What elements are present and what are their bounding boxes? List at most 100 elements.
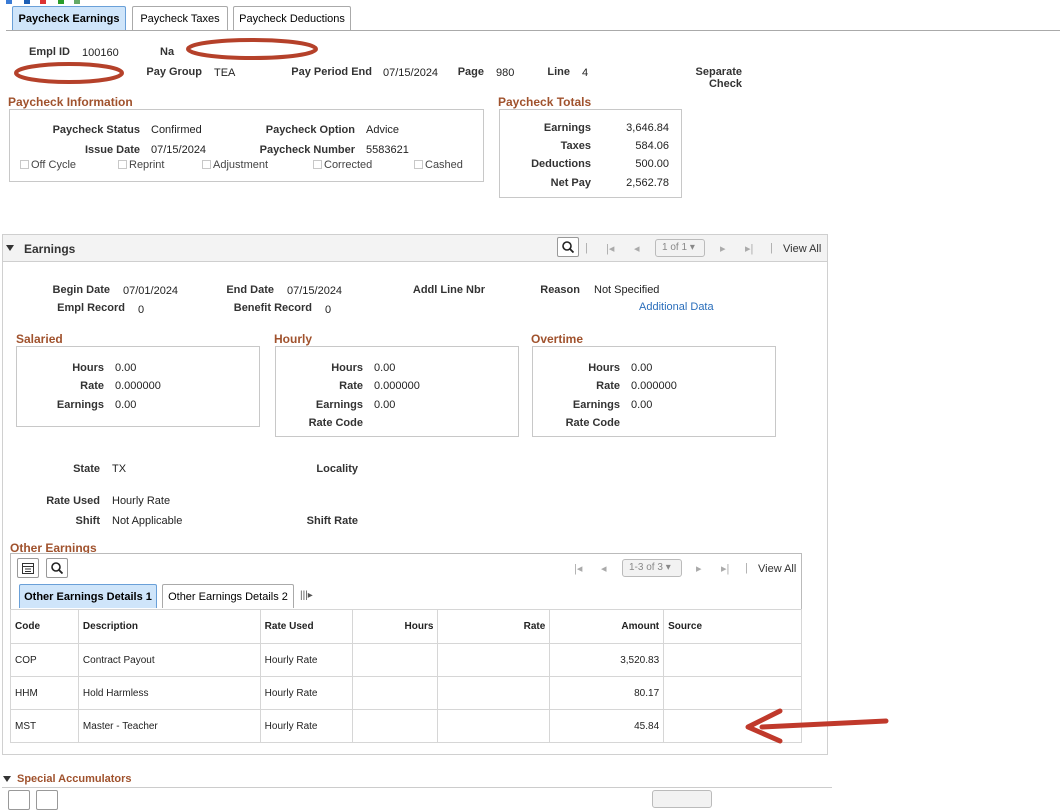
earnings-pager-select[interactable]: 1 of 1 ▾ (655, 239, 705, 257)
salaried-hours-label: Hours (72, 362, 104, 374)
pay-group-label: Pay Group (146, 66, 202, 78)
row-hours (351, 643, 439, 677)
paycheck-option-value: Advice (366, 124, 400, 136)
paycheck-totals-title: Paycheck Totals (498, 95, 592, 109)
begin-date-value: 07/01/2024 (123, 285, 179, 297)
row-rate (437, 709, 551, 743)
search-icon-button[interactable] (557, 237, 579, 257)
off-cycle-checkbox[interactable] (20, 160, 29, 169)
empl-id-value: 100160 (82, 47, 119, 59)
add-icon[interactable] (58, 0, 64, 4)
grid-search-button[interactable] (46, 558, 68, 578)
reprint-checkbox[interactable] (118, 160, 127, 169)
previous-icon[interactable]: ◂ (634, 242, 640, 255)
other-first-icon[interactable]: |◂ (574, 562, 582, 575)
other-last-icon[interactable]: ▸| (721, 562, 729, 575)
issue-date-value: 07/15/2024 (151, 144, 207, 156)
hourly-earnings-label: Earnings (315, 399, 363, 411)
page-value: 980 (496, 67, 515, 79)
benefit-record-value: 0 (325, 304, 332, 316)
row-description: Hold Harmless (77, 676, 261, 710)
help-icon[interactable] (24, 0, 30, 4)
totals-net-label: Net Pay (550, 177, 591, 189)
benefit-record-label: Benefit Record (233, 302, 312, 314)
paycheck-option-label: Paycheck Option (265, 124, 355, 136)
collapse-triangle-icon[interactable] (3, 776, 11, 782)
tab-paycheck-earnings[interactable]: Paycheck Earnings (12, 6, 126, 30)
col-hours[interactable]: Hours (351, 609, 439, 644)
begin-date-label: Begin Date (52, 284, 110, 296)
other-previous-icon[interactable]: ◂ (601, 562, 607, 575)
special-accumulators-title: Special Accumulators (17, 773, 132, 785)
col-amount[interactable]: Amount (549, 609, 665, 644)
pager-divider: | (770, 242, 773, 254)
refresh-icon[interactable] (40, 0, 46, 4)
col-code[interactable]: Code (10, 609, 79, 644)
paycheck-status-value: Confirmed (151, 124, 202, 136)
col-source[interactable]: Source (663, 609, 802, 644)
subtab-other-earnings-2[interactable]: Other Earnings Details 2 (162, 584, 294, 608)
earnings-view-all-link[interactable]: View All (783, 243, 821, 255)
page-icon[interactable] (74, 0, 80, 4)
locality-label: Locality (316, 463, 358, 475)
hourly-hours-label: Hours (331, 362, 363, 374)
redaction-empl-name (14, 62, 124, 84)
table-icon (22, 562, 34, 574)
table-row: MST Master - Teacher Hourly Rate 45.84 (10, 709, 802, 743)
home-icon[interactable] (6, 0, 12, 4)
hourly-rate-label: Rate (339, 380, 363, 392)
totals-earnings-label: Earnings (543, 122, 591, 134)
row-code: COP (10, 643, 79, 677)
special-pager-select[interactable] (652, 790, 712, 808)
shift-rate-label: Shift Rate (306, 515, 358, 527)
shift-value: Not Applicable (112, 515, 183, 527)
additional-data-link[interactable]: Additional Data (639, 301, 714, 313)
special-search-button[interactable] (36, 790, 58, 810)
row-source (663, 643, 802, 677)
special-grid-button[interactable] (8, 790, 30, 810)
empl-id-label: Empl ID (29, 46, 70, 58)
chevron-down-icon: ▾ (689, 242, 695, 253)
grid-personalize-button[interactable] (17, 558, 39, 578)
other-view-all-link[interactable]: View All (758, 563, 796, 575)
hourly-rate-code-label: Rate Code (308, 417, 363, 429)
reason-value: Not Specified (594, 284, 660, 296)
salaried-rate-label: Rate (80, 380, 104, 392)
salaried-earnings-label: Earnings (56, 399, 104, 411)
other-pager-select[interactable]: 1-3 of 3 ▾ (622, 559, 682, 577)
col-rate-used[interactable]: Rate Used (259, 609, 353, 644)
corrected-checkbox[interactable] (313, 160, 322, 169)
totals-deductions-value: 500.00 (635, 158, 669, 170)
paycheck-status-label: Paycheck Status (52, 124, 140, 136)
cashed-checkbox[interactable] (414, 160, 423, 169)
corrected-label: Corrected (324, 159, 373, 171)
row-rate-used: Hourly Rate (259, 709, 353, 743)
col-rate[interactable]: Rate (437, 609, 551, 644)
row-amount: 3,520.83 (549, 643, 665, 677)
first-icon[interactable]: |◂ (606, 242, 614, 255)
state-label: State (73, 463, 100, 475)
last-icon[interactable]: ▸| (745, 242, 753, 255)
salaried-title: Salaried (16, 332, 63, 346)
overtime-rate-value: 0.000000 (631, 380, 677, 392)
first-page-icon[interactable]: | (585, 242, 588, 254)
tab-paycheck-deductions[interactable]: Paycheck Deductions (233, 6, 351, 30)
pay-period-end-label: Pay Period End (291, 66, 372, 78)
row-code: MST (10, 709, 79, 743)
adjustment-checkbox[interactable] (202, 160, 211, 169)
other-next-icon[interactable]: ▸ (696, 562, 702, 575)
search-icon (51, 562, 63, 574)
redaction-name (186, 38, 318, 60)
page-label: Page (457, 66, 484, 78)
totals-net-value: 2,562.78 (626, 177, 669, 189)
tab-paycheck-taxes[interactable]: Paycheck Taxes (132, 6, 228, 30)
collapse-triangle-icon[interactable] (6, 245, 14, 251)
subtab-other-earnings-1[interactable]: Other Earnings Details 1 (19, 584, 157, 608)
hourly-hours-value: 0.00 (374, 362, 396, 374)
paycheck-number-value: 5583621 (366, 144, 409, 156)
show-all-columns-icon[interactable]: |||▸ (300, 590, 313, 601)
totals-earnings-value: 3,646.84 (626, 122, 669, 134)
end-date-value: 07/15/2024 (287, 285, 343, 297)
col-description[interactable]: Description (77, 609, 261, 644)
next-icon[interactable]: ▸ (720, 242, 726, 255)
